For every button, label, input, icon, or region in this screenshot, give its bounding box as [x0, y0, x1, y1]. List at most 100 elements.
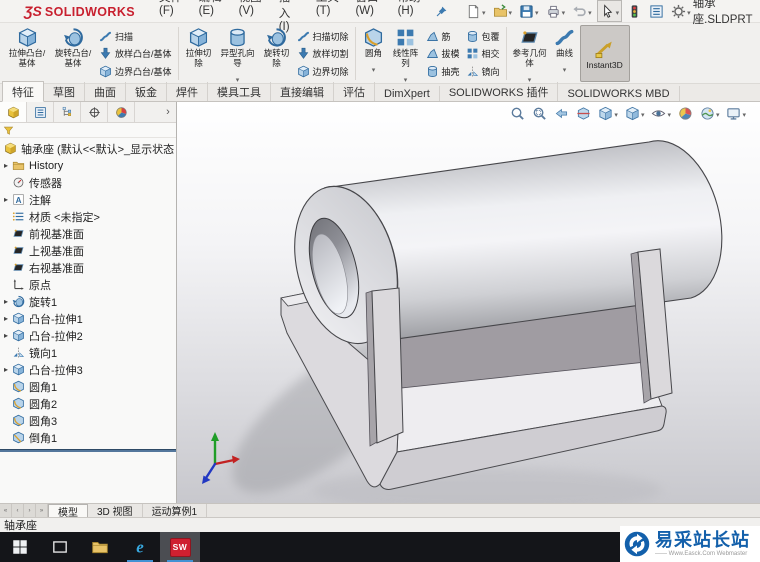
tab-sketch[interactable]: 草图 — [44, 82, 85, 101]
lofted-boss-button[interactable]: 放样凸台/基体 — [99, 47, 172, 60]
panel-flyout-chevron-icon[interactable] — [160, 102, 176, 122]
tab-model[interactable]: 模型 — [48, 504, 88, 517]
tree-item-boss-extrude2[interactable]: 凸台-拉伸2 — [0, 327, 176, 344]
dropdown-caret-icon[interactable] — [535, 2, 539, 20]
tab-direct-editing[interactable]: 直接编辑 — [271, 82, 334, 101]
tab-3d-views[interactable]: 3D 视图 — [88, 504, 143, 517]
tree-item-top-plane[interactable]: 上视基准面 — [0, 242, 176, 259]
edge-browser-button[interactable] — [120, 532, 160, 562]
print-button[interactable] — [544, 1, 568, 21]
display-style-button[interactable] — [625, 104, 645, 122]
zoom-fit-button[interactable] — [510, 106, 525, 121]
tab-evaluate[interactable]: 评估 — [334, 82, 375, 101]
tree-item-material[interactable]: 材质 <未指定> — [0, 208, 176, 225]
linear-pattern-button[interactable]: 线性阵列 — [389, 25, 423, 82]
tab-sheet-metal[interactable]: 钣金 — [126, 82, 167, 101]
dropdown-caret-icon[interactable] — [716, 104, 720, 122]
tree-item-boss-extrude3[interactable]: 凸台-拉伸3 — [0, 361, 176, 378]
tab-solidworks-addins[interactable]: SOLIDWORKS 插件 — [440, 82, 559, 101]
tab-scroll-next-button[interactable] — [24, 504, 36, 517]
graphics-viewport[interactable] — [177, 102, 760, 503]
tree-item-sensors[interactable]: 传感器 — [0, 174, 176, 191]
zoom-to-area-button[interactable] — [532, 106, 547, 121]
dropdown-caret-icon[interactable] — [563, 59, 567, 77]
mirror-button[interactable]: 镜向 — [466, 65, 500, 78]
apply-scene-button[interactable] — [700, 104, 720, 122]
expand-arrow-icon[interactable] — [0, 314, 12, 323]
start-button[interactable] — [0, 532, 40, 562]
dropdown-caret-icon[interactable] — [404, 69, 408, 87]
file-explorer-button[interactable] — [80, 532, 120, 562]
tree-item-front-plane[interactable]: 前视基准面 — [0, 225, 176, 242]
dropdown-caret-icon[interactable] — [687, 2, 691, 20]
tab-scroll-first-button[interactable] — [0, 504, 12, 517]
revolved-boss-button[interactable]: 旋转凸台/基体 — [50, 25, 96, 82]
tree-filter-row[interactable] — [0, 123, 176, 138]
tree-item-annotations[interactable]: 注解 — [0, 191, 176, 208]
extruded-boss-button[interactable]: 拉伸凸台/基体 — [4, 25, 50, 82]
options-gear-button[interactable] — [669, 1, 693, 21]
tab-features[interactable]: 特征 — [2, 81, 44, 102]
curves-button[interactable]: 曲线 — [550, 25, 580, 82]
tree-item-fillet1[interactable]: 圆角1 — [0, 378, 176, 395]
rib-button[interactable]: 筋 — [426, 30, 460, 43]
tab-scroll-prev-button[interactable] — [12, 504, 24, 517]
propertymanager-tab[interactable] — [27, 102, 54, 122]
dropdown-caret-icon[interactable] — [482, 2, 486, 20]
tree-item-fillet2[interactable]: 圆角2 — [0, 395, 176, 412]
undo-button[interactable] — [570, 1, 594, 21]
intersect-button[interactable]: 相交 — [466, 47, 500, 60]
dropdown-caret-icon[interactable] — [588, 2, 592, 20]
open-document-button[interactable] — [491, 1, 515, 21]
wrap-button[interactable]: 包覆 — [466, 30, 500, 43]
dropdown-caret-icon[interactable] — [742, 104, 746, 122]
shell-button[interactable]: 抽壳 — [426, 65, 460, 78]
new-document-button[interactable] — [464, 1, 488, 21]
tree-item-history[interactable]: History — [0, 157, 176, 174]
boundary-boss-button[interactable]: 边界凸台/基体 — [99, 65, 172, 78]
save-button[interactable] — [517, 1, 541, 21]
swept-cut-button[interactable]: 扫描切除 — [297, 30, 349, 43]
draft-button[interactable]: 拔模 — [426, 47, 460, 60]
tree-item-origin[interactable]: 原点 — [0, 276, 176, 293]
tab-weldments[interactable]: 焊件 — [167, 82, 208, 101]
configurationmanager-tab[interactable] — [54, 102, 81, 122]
tab-mold-tools[interactable]: 模具工具 — [208, 82, 271, 101]
instant3d-toggle-button[interactable]: Instant3D — [580, 25, 630, 82]
tab-dimxpert[interactable]: DimXpert — [375, 86, 440, 101]
tree-root-item[interactable]: 轴承座 (默认<<默认>_显示状态 1>) — [0, 140, 176, 157]
rebuild-button[interactable] — [625, 3, 644, 20]
featuremanager-tree-tab[interactable] — [0, 102, 27, 122]
displaymanager-tab[interactable] — [108, 102, 135, 122]
task-pane-button[interactable] — [647, 3, 666, 20]
previous-view-button[interactable] — [554, 106, 569, 121]
dropdown-caret-icon[interactable] — [372, 59, 376, 77]
dimxpertmanager-tab[interactable] — [81, 102, 108, 122]
extruded-cut-button[interactable]: 拉伸切除 — [182, 25, 216, 82]
dropdown-caret-icon[interactable] — [614, 104, 618, 122]
tree-item-fillet3[interactable]: 圆角3 — [0, 412, 176, 429]
tab-solidworks-mbd[interactable]: SOLIDWORKS MBD — [558, 86, 679, 101]
task-view-button[interactable] — [40, 532, 80, 562]
reference-geometry-button[interactable]: 参考几何体 — [510, 25, 550, 82]
view-orientation-button[interactable] — [598, 104, 618, 122]
edit-appearance-button[interactable] — [678, 106, 693, 121]
rollback-bar[interactable] — [0, 449, 176, 452]
hide-show-items-button[interactable] — [651, 104, 671, 122]
section-view-button[interactable] — [576, 106, 591, 121]
lofted-cut-button[interactable]: 放样切割 — [297, 47, 349, 60]
revolved-cut-button[interactable]: 旋转切除 — [260, 25, 294, 82]
hole-wizard-button[interactable]: 异型孔向导 — [216, 25, 260, 82]
tree-item-revolve1[interactable]: 旋转1 — [0, 293, 176, 310]
tree-item-right-plane[interactable]: 右视基准面 — [0, 259, 176, 276]
tab-surfaces[interactable]: 曲面 — [85, 82, 126, 101]
tab-scroll-last-button[interactable] — [36, 504, 48, 517]
select-cursor-button[interactable] — [597, 0, 623, 22]
expand-arrow-icon[interactable] — [0, 331, 12, 340]
dropdown-caret-icon[interactable] — [616, 2, 620, 20]
pin-menu-icon[interactable] — [435, 5, 448, 18]
expand-arrow-icon[interactable] — [0, 161, 12, 170]
view-settings-button[interactable] — [726, 104, 746, 122]
bearing-seat-model[interactable] — [177, 102, 760, 503]
fillet-button[interactable]: 圆角 — [359, 25, 389, 82]
